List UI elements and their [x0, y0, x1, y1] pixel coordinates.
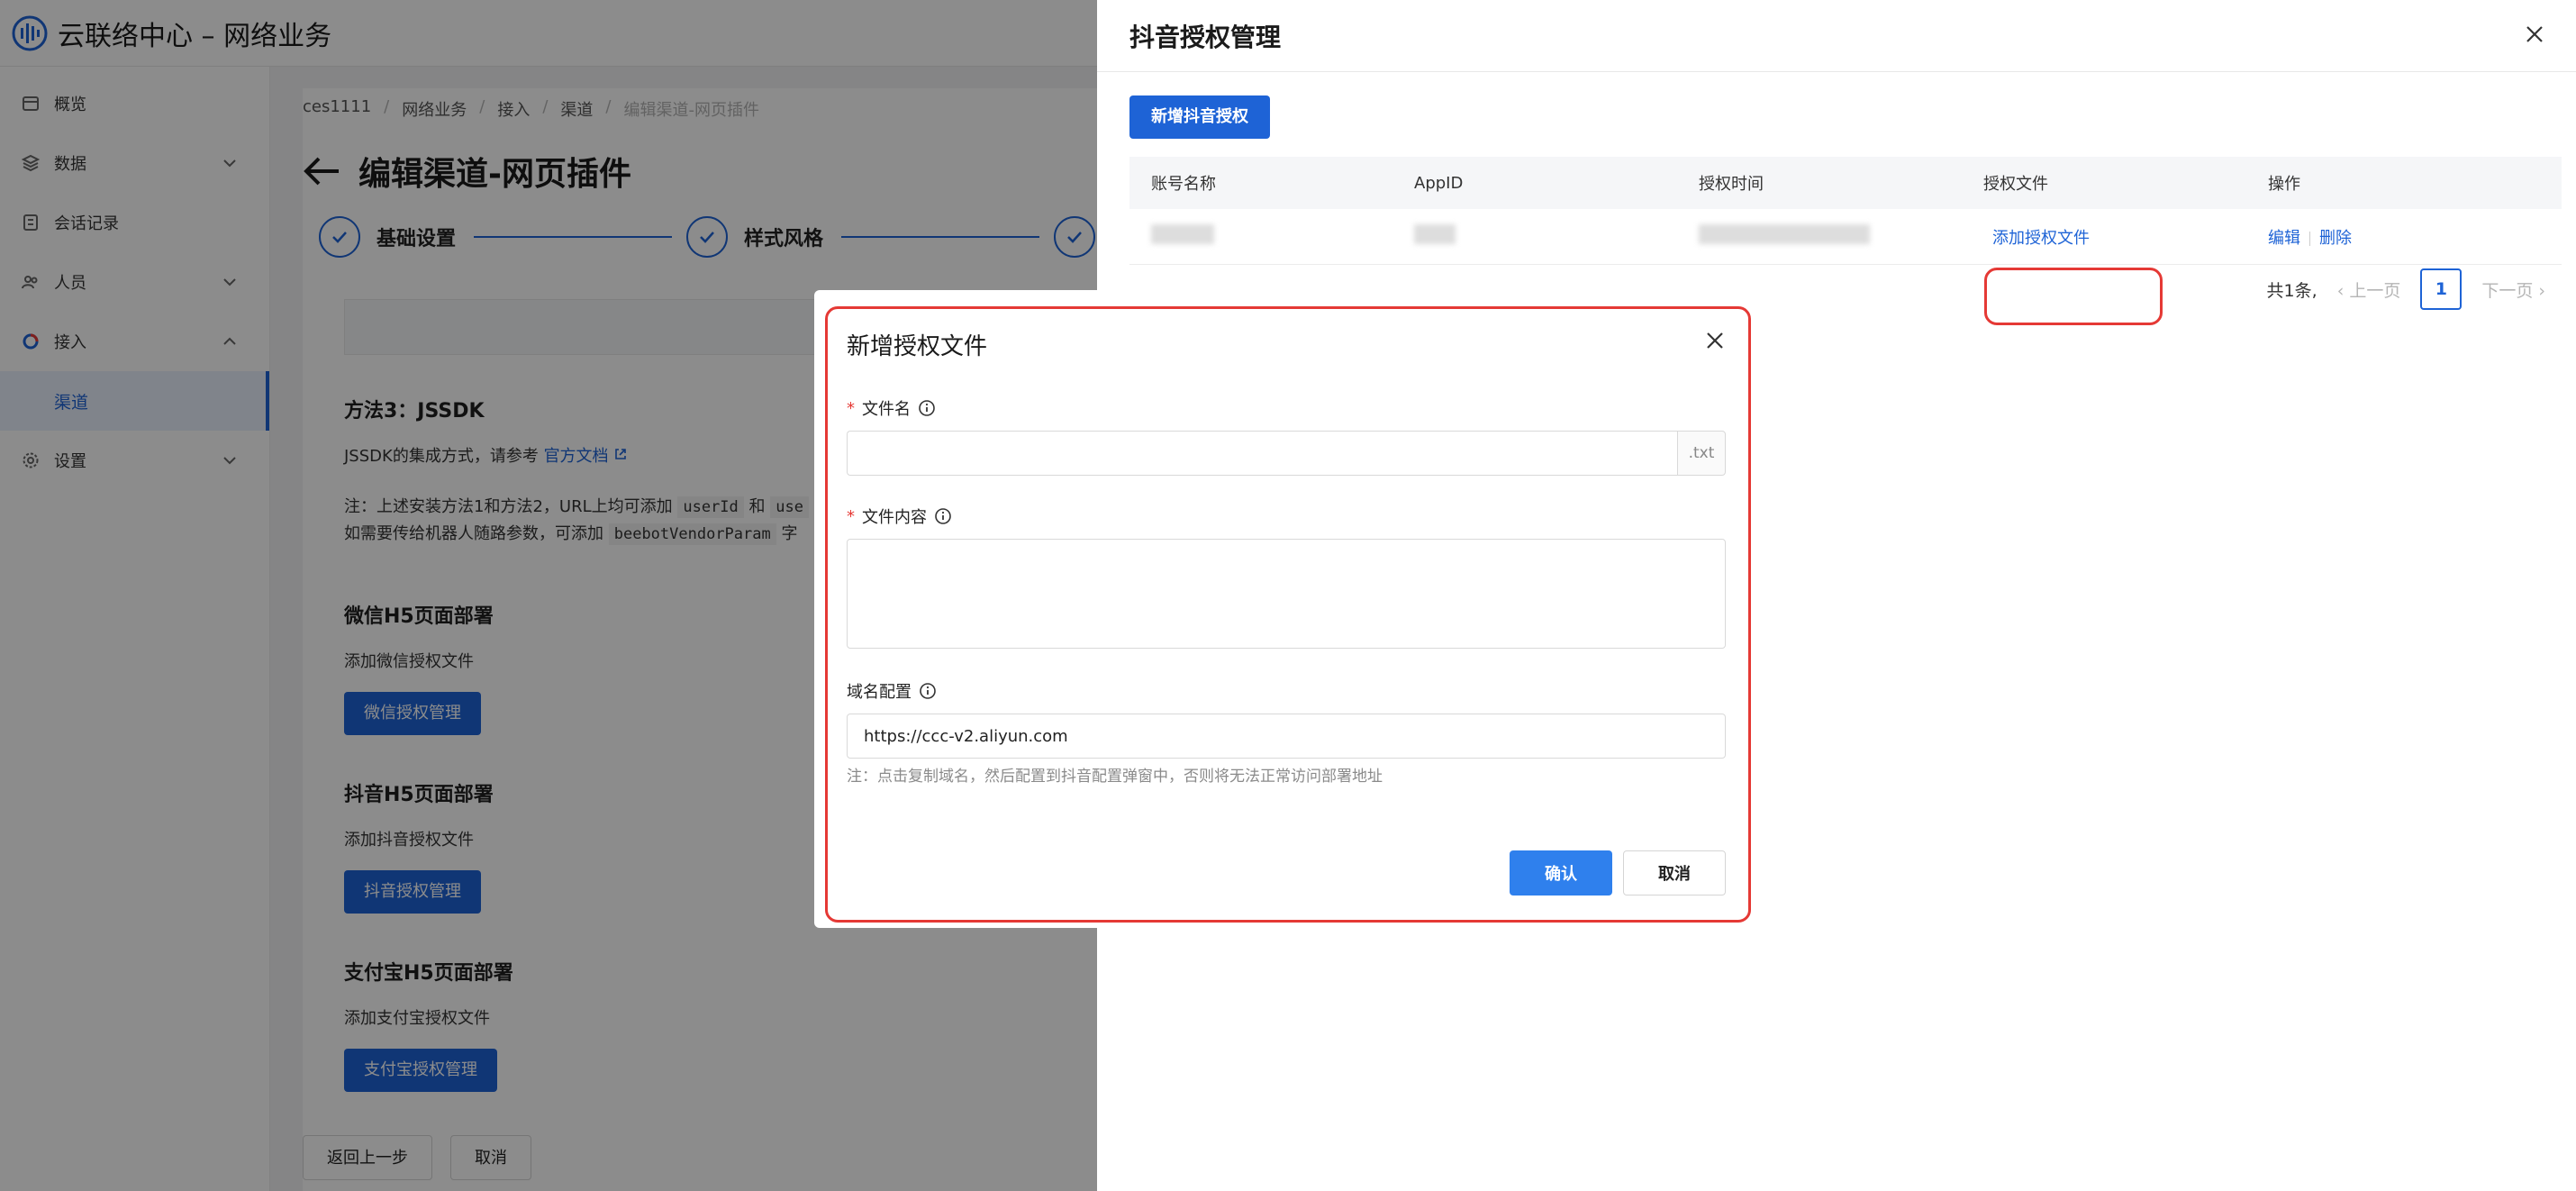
edit-link[interactable]: 编辑: [2268, 229, 2300, 248]
drawer-header: 抖音授权管理: [1097, 0, 2576, 72]
column-header: 账号名称: [1151, 175, 1216, 194]
page-number[interactable]: 1: [2420, 268, 2463, 310]
column-header: 操作: [2268, 175, 2300, 194]
modal-title: 新增授权文件: [847, 333, 988, 360]
content-label: * 文件内容: [847, 505, 952, 528]
prev-page-button[interactable]: ‹ 上一页: [2337, 277, 2401, 302]
column-header: 授权时间: [1699, 175, 1764, 194]
add-auth-file-modal: 新增授权文件 *文件名 .txt *文件内容 域名配置 注：点击复制域名，然后配…: [814, 290, 1758, 928]
auth-table: 账号名称 AppID 授权时间 授权文件 操作 添加授权文件 编辑 删除: [1129, 157, 2562, 325]
filename-label: * 文件名: [847, 396, 936, 420]
domain-label: 域名配置: [847, 679, 937, 703]
delete-link[interactable]: 删除: [2319, 229, 2352, 248]
info-icon: [919, 400, 935, 416]
info-icon: [935, 508, 951, 524]
domain-input[interactable]: [847, 714, 1726, 759]
redacted-account-name: [1151, 224, 1214, 244]
filename-suffix: .txt: [1677, 431, 1726, 476]
pagination: 共1条, ‹ 上一页 1 下一页 ›: [2267, 268, 2545, 310]
filename-field: .txt: [847, 431, 1726, 476]
confirm-button[interactable]: 确认: [1510, 850, 1612, 896]
redacted-auth-time: [1699, 224, 1870, 244]
drawer-title: 抖音授权管理: [1129, 22, 1282, 52]
highlight-annotation: [1984, 268, 2163, 325]
table-header: 账号名称 AppID 授权时间 授权文件 操作: [1129, 157, 2562, 209]
next-page-button[interactable]: 下一页 ›: [2481, 277, 2545, 302]
close-icon[interactable]: [1702, 328, 1728, 353]
column-header: AppID: [1414, 173, 1464, 193]
pagination-total: 共1条,: [2266, 280, 2317, 301]
info-icon: [920, 683, 936, 699]
redacted-appid: [1414, 224, 1456, 244]
domain-note: 注：点击复制域名，然后配置到抖音配置弹窗中，否则将无法正常访问部署地址: [847, 768, 1383, 786]
file-content-textarea[interactable]: [847, 539, 1726, 649]
table-row: 添加授权文件 编辑 删除: [1129, 209, 2562, 325]
add-douyin-auth-button[interactable]: 新增抖音授权: [1129, 95, 1270, 139]
add-auth-file-link[interactable]: 添加授权文件: [1992, 229, 2090, 248]
filename-input[interactable]: [847, 431, 1677, 476]
column-header: 授权文件: [1983, 175, 2048, 194]
cancel-button[interactable]: 取消: [1623, 850, 1726, 896]
close-icon[interactable]: [2522, 22, 2547, 47]
